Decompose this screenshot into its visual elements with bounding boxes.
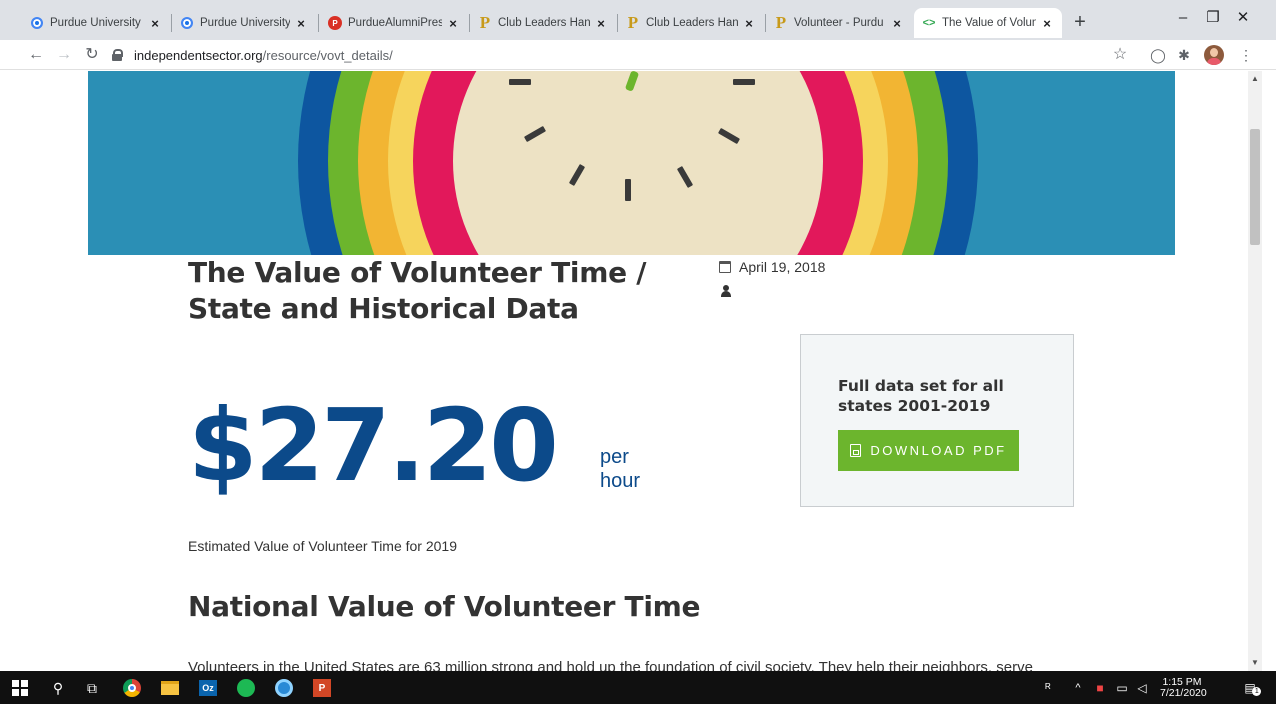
powerpoint-app-icon[interactable]: P <box>312 678 332 698</box>
globe-icon <box>30 16 44 30</box>
page-scrollbar[interactable]: ▲ ▼ <box>1248 71 1262 671</box>
tab-title: PurdueAlumniPres <box>348 17 442 29</box>
page-viewport: The Value of Volunteer Time / State and … <box>0 71 1248 671</box>
start-button[interactable] <box>10 678 30 698</box>
tab-purdue-university-2[interactable]: Purdue University × <box>172 8 316 38</box>
tab-title: Club Leaders Hand <box>646 17 738 29</box>
reload-button[interactable]: ↻ <box>80 43 104 67</box>
url-path: /resource/vovt_details/ <box>262 47 393 63</box>
per-hour-text: per hour <box>600 446 641 492</box>
extensions-puzzle-icon[interactable]: ✱ <box>1172 43 1196 67</box>
tab-club-leaders-1[interactable]: P Club Leaders Hand × <box>470 8 616 38</box>
download-box: Full data set for all states 2001-2019 D… <box>800 334 1074 507</box>
people-icon[interactable]: ᴿ <box>1038 678 1058 698</box>
address-bar[interactable]: independentsector.org/resource/vovt_deta… <box>112 43 1262 67</box>
section-heading: National Value of Volunteer Time <box>188 590 701 623</box>
forward-button[interactable]: → <box>52 43 76 67</box>
close-icon[interactable]: × <box>742 16 756 31</box>
chrome-icon[interactable] <box>122 678 142 698</box>
close-icon[interactable]: × <box>148 16 162 31</box>
new-tab-button[interactable]: + <box>1068 10 1092 34</box>
notification-count: 1 <box>1252 687 1262 696</box>
author-icon <box>720 285 732 297</box>
close-icon[interactable]: × <box>446 16 460 31</box>
pdf-icon <box>850 444 862 457</box>
publish-date: April 19, 2018 <box>719 259 825 275</box>
tab-title: Purdue University <box>200 17 290 29</box>
calendar-icon <box>719 261 731 273</box>
download-box-heading: Full data set for all states 2001-2019 <box>838 377 1004 415</box>
purdue-p-icon: P <box>479 13 491 32</box>
clock-tick <box>625 179 631 201</box>
file-explorer-icon[interactable] <box>160 678 180 698</box>
body-paragraph: Volunteers in the United States are 63 m… <box>188 659 1033 671</box>
navigation-bar: ← → ↻ independentsector.org/resource/vov… <box>0 40 1276 70</box>
per-hour-label: per hour <box>600 445 652 493</box>
outlook-icon[interactable]: Oz <box>198 678 218 698</box>
show-hidden-icons-icon[interactable]: ^ <box>1068 678 1088 698</box>
download-pdf-label: DOWNLOAD PDF <box>870 443 1007 458</box>
tab-volunteer-purdue[interactable]: P Volunteer - Purdu × <box>766 8 912 38</box>
url-domain: independentsector.org <box>134 47 263 63</box>
minimize-button[interactable]: – <box>1168 6 1198 30</box>
tab-title: The Value of Volun <box>942 17 1036 29</box>
network-alert-icon[interactable]: ■ <box>1090 678 1110 698</box>
clock-date: 7/21/2020 <box>1160 687 1207 699</box>
tab-title: Club Leaders Hand <box>498 17 590 29</box>
tab-title: Purdue University <box>50 17 141 29</box>
back-button[interactable]: ← <box>24 43 48 67</box>
menu-dots-icon[interactable]: ⋮ <box>1234 43 1258 67</box>
spotify-icon[interactable] <box>236 678 256 698</box>
tab-club-leaders-2[interactable]: P Club Leaders Hand × <box>618 8 764 38</box>
scrollbar-thumb[interactable] <box>1250 129 1260 245</box>
system-clock[interactable]: 1:15 PM 7/21/2020 <box>1160 677 1207 699</box>
bookmark-star-icon[interactable]: ☆ <box>1108 43 1132 67</box>
battery-icon[interactable]: ▭ <box>1112 678 1132 698</box>
task-view-icon[interactable]: ⧉ <box>82 678 102 698</box>
tab-strip: Purdue University × Purdue University × … <box>0 0 1276 40</box>
windows-logo-icon <box>12 680 28 696</box>
tab-title: Volunteer - Purdu <box>794 17 884 29</box>
windows-taskbar: ⚲ ⧉ Oz P ᴿ ^ ■ ▭ ◁ 1:15 PM 7/21/2020 ▤ 1 <box>0 671 1276 704</box>
tab-purdue-university-1[interactable]: Purdue University × <box>22 8 170 38</box>
restore-button[interactable]: ❐ <box>1198 6 1228 30</box>
download-pdf-button[interactable]: DOWNLOAD PDF <box>838 430 1019 471</box>
price-caption: Estimated Value of Volunteer Time for 20… <box>188 538 458 554</box>
close-window-button[interactable]: ✕ <box>1228 6 1258 30</box>
purdue-p-icon: P <box>627 13 639 32</box>
close-icon[interactable]: × <box>1040 16 1054 31</box>
notifications-icon[interactable]: ▤ 1 <box>1240 678 1262 698</box>
powerpoint-icon: P <box>328 16 342 30</box>
code-icon: <> <box>922 17 936 29</box>
close-icon[interactable]: × <box>294 16 308 31</box>
scroll-down-arrow-icon[interactable]: ▼ <box>1251 659 1259 667</box>
tab-value-of-volunteer[interactable]: <> The Value of Volun × <box>914 8 1062 38</box>
extension-circle-icon[interactable]: ◯ <box>1146 43 1170 67</box>
scroll-up-arrow-icon[interactable]: ▲ <box>1251 75 1259 83</box>
volunteer-value-amount: $27.20 <box>188 387 559 504</box>
tab-purdue-alumni-pres[interactable]: P PurdueAlumniPres × <box>320 8 468 38</box>
lock-icon <box>112 49 123 61</box>
close-icon[interactable]: × <box>890 16 904 31</box>
page-title: The Value of Volunteer Time / State and … <box>188 256 647 325</box>
search-icon[interactable]: ⚲ <box>48 678 68 698</box>
globe-icon <box>180 16 194 30</box>
publish-date-text: April 19, 2018 <box>739 259 826 275</box>
close-icon[interactable]: × <box>594 16 608 31</box>
profile-avatar[interactable] <box>1204 45 1224 65</box>
purdue-p-icon: P <box>775 13 787 32</box>
hero-clock-image <box>88 71 1175 255</box>
browser-app-icon[interactable] <box>274 678 294 698</box>
volume-icon[interactable]: ◁ <box>1132 678 1152 698</box>
